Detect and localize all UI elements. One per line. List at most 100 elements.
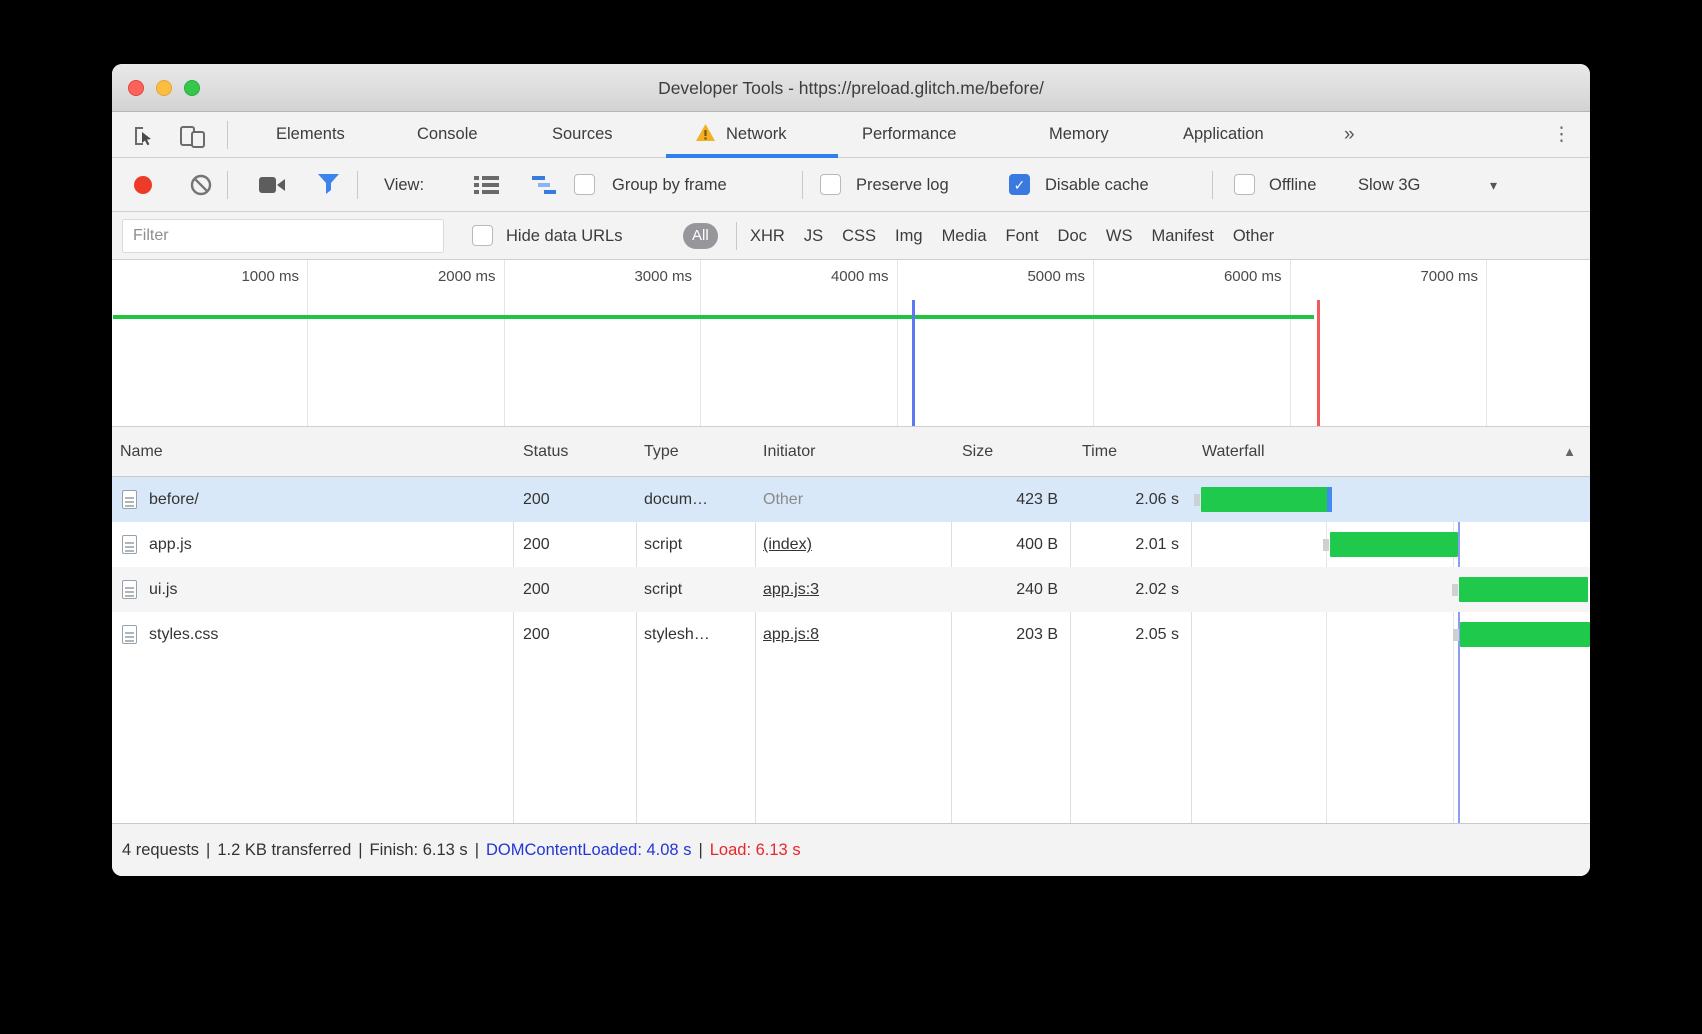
load-time: Load: 6.13 s bbox=[710, 841, 801, 859]
filter-funnel-icon[interactable] bbox=[316, 172, 341, 197]
throttling-select[interactable]: Slow 3G bbox=[1358, 158, 1420, 212]
filter-type-img[interactable]: Img bbox=[895, 227, 923, 246]
filter-type-other[interactable]: Other bbox=[1233, 227, 1274, 246]
request-rows-view-icon[interactable] bbox=[474, 176, 499, 195]
filter-bar: Hide data URLs All XHRJSCSSImgMediaFontD… bbox=[112, 212, 1590, 260]
disable-cache-label: Disable cache bbox=[1045, 158, 1149, 212]
ruler-label: 1000 ms bbox=[169, 268, 299, 285]
tab-sources[interactable]: Sources bbox=[552, 112, 613, 157]
filter-type-doc[interactable]: Doc bbox=[1058, 227, 1087, 246]
col-header-waterfall[interactable]: Waterfall bbox=[1202, 427, 1265, 477]
more-tabs-chevron[interactable]: » bbox=[1344, 112, 1355, 157]
tab-performance[interactable]: Performance bbox=[862, 112, 956, 157]
separator: | bbox=[691, 841, 709, 859]
divider bbox=[802, 171, 803, 199]
filter-type-js[interactable]: JS bbox=[804, 227, 823, 246]
throttling-caret-icon[interactable]: ▾ bbox=[1490, 158, 1497, 212]
divider bbox=[357, 171, 358, 199]
filter-type-manifest[interactable]: Manifest bbox=[1151, 227, 1213, 246]
col-header-type[interactable]: Type bbox=[644, 427, 679, 477]
request-type: script bbox=[644, 522, 749, 567]
overview-network-line bbox=[113, 315, 1314, 319]
filter-type-css[interactable]: CSS bbox=[842, 227, 876, 246]
divider bbox=[227, 171, 228, 199]
filter-type-ws[interactable]: WS bbox=[1106, 227, 1133, 246]
ruler-label: 6000 ms bbox=[1152, 268, 1282, 285]
tab-console[interactable]: Console bbox=[417, 112, 478, 157]
timeline-overview[interactable]: 1000 ms2000 ms3000 ms4000 ms5000 ms6000 … bbox=[112, 260, 1590, 427]
waterfall-bar[interactable] bbox=[1330, 532, 1458, 557]
request-name: before/ bbox=[149, 477, 499, 522]
col-header-initiator[interactable]: Initiator bbox=[763, 427, 815, 477]
preserve-log-label: Preserve log bbox=[856, 158, 949, 212]
request-time: 2.06 s bbox=[963, 477, 1179, 522]
request-time: 2.02 s bbox=[963, 567, 1179, 612]
overview-dcl-marker bbox=[912, 300, 915, 426]
tab-elements[interactable]: Elements bbox=[276, 112, 345, 157]
table-header: Name Status Type Initiator Size Time Wat… bbox=[112, 427, 1590, 477]
disable-cache-checkbox[interactable]: ✓ bbox=[1009, 174, 1030, 195]
kebab-menu-icon[interactable]: ⋮ bbox=[1552, 112, 1571, 157]
preserve-log-checkbox[interactable] bbox=[820, 174, 841, 195]
view-label: View: bbox=[384, 158, 424, 212]
filter-all-pill[interactable]: All bbox=[683, 223, 718, 249]
filter-type-media[interactable]: Media bbox=[942, 227, 987, 246]
tab-memory[interactable]: Memory bbox=[1049, 112, 1109, 157]
table-row[interactable]: styles.css200stylesh…app.js:8203 B2.05 s bbox=[112, 612, 1590, 657]
request-status: 200 bbox=[523, 612, 623, 657]
ruler-gridline bbox=[897, 260, 898, 426]
file-icon bbox=[122, 625, 137, 644]
request-name: ui.js bbox=[149, 567, 499, 612]
tab-network[interactable]: Network bbox=[695, 112, 787, 157]
devtools-tab-bar: Elements Console Sources Network Perform… bbox=[112, 112, 1590, 158]
window-title: Developer Tools - https://preload.glitch… bbox=[112, 64, 1590, 112]
ruler-label: 5000 ms bbox=[955, 268, 1085, 285]
group-by-frame-checkbox[interactable] bbox=[574, 174, 595, 195]
waterfall-bar[interactable] bbox=[1460, 622, 1590, 647]
network-toolbar: View: Group by frame Preserve log ✓ Disa… bbox=[112, 158, 1590, 212]
requests-count: 4 requests bbox=[122, 841, 199, 859]
requests-table: before/200docum…Other423 B2.06 sapp.js20… bbox=[112, 427, 1590, 823]
sort-arrow-icon[interactable]: ▲ bbox=[1563, 427, 1576, 477]
filter-type-font[interactable]: Font bbox=[1006, 227, 1039, 246]
tab-application[interactable]: Application bbox=[1183, 112, 1264, 157]
request-type: script bbox=[644, 567, 749, 612]
waterfall-bar[interactable] bbox=[1459, 577, 1587, 602]
col-header-name[interactable]: Name bbox=[120, 427, 163, 477]
request-time: 2.05 s bbox=[963, 612, 1179, 657]
record-button[interactable] bbox=[134, 176, 152, 194]
divider bbox=[227, 121, 228, 149]
group-by-frame-label: Group by frame bbox=[612, 158, 727, 212]
waterfall-bar[interactable] bbox=[1201, 487, 1332, 512]
col-header-size[interactable]: Size bbox=[962, 427, 993, 477]
finish-time: Finish: 6.13 s bbox=[370, 841, 468, 859]
warning-icon bbox=[695, 123, 716, 142]
col-header-time[interactable]: Time bbox=[1082, 427, 1117, 477]
offline-checkbox[interactable] bbox=[1234, 174, 1255, 195]
screenshot-camera-icon[interactable] bbox=[259, 176, 286, 194]
request-status: 200 bbox=[523, 567, 623, 612]
separator: | bbox=[468, 841, 486, 859]
filter-type-xhr[interactable]: XHR bbox=[750, 227, 785, 246]
overview-waterfall-view-icon[interactable] bbox=[532, 176, 559, 195]
hide-data-urls-checkbox[interactable] bbox=[472, 225, 493, 246]
separator: | bbox=[351, 841, 369, 859]
table-row[interactable]: app.js200script(index)400 B2.01 s bbox=[112, 522, 1590, 567]
col-header-status[interactable]: Status bbox=[523, 427, 568, 477]
file-icon bbox=[122, 490, 137, 509]
request-type: docum… bbox=[644, 477, 749, 522]
ruler-label: 7000 ms bbox=[1348, 268, 1478, 285]
file-icon bbox=[122, 535, 137, 554]
filter-input[interactable] bbox=[122, 219, 444, 253]
overview-load-marker bbox=[1317, 300, 1320, 426]
divider bbox=[736, 222, 737, 250]
table-row[interactable]: before/200docum…Other423 B2.06 s bbox=[112, 477, 1590, 522]
offline-label: Offline bbox=[1269, 158, 1316, 212]
table-row[interactable]: ui.js200scriptapp.js:3240 B2.02 s bbox=[112, 567, 1590, 612]
tab-network-label: Network bbox=[726, 125, 787, 143]
request-name: app.js bbox=[149, 522, 499, 567]
clear-button[interactable] bbox=[190, 174, 212, 196]
request-status: 200 bbox=[523, 477, 623, 522]
inspect-element-icon[interactable] bbox=[132, 124, 156, 148]
device-toolbar-icon[interactable] bbox=[180, 124, 206, 148]
